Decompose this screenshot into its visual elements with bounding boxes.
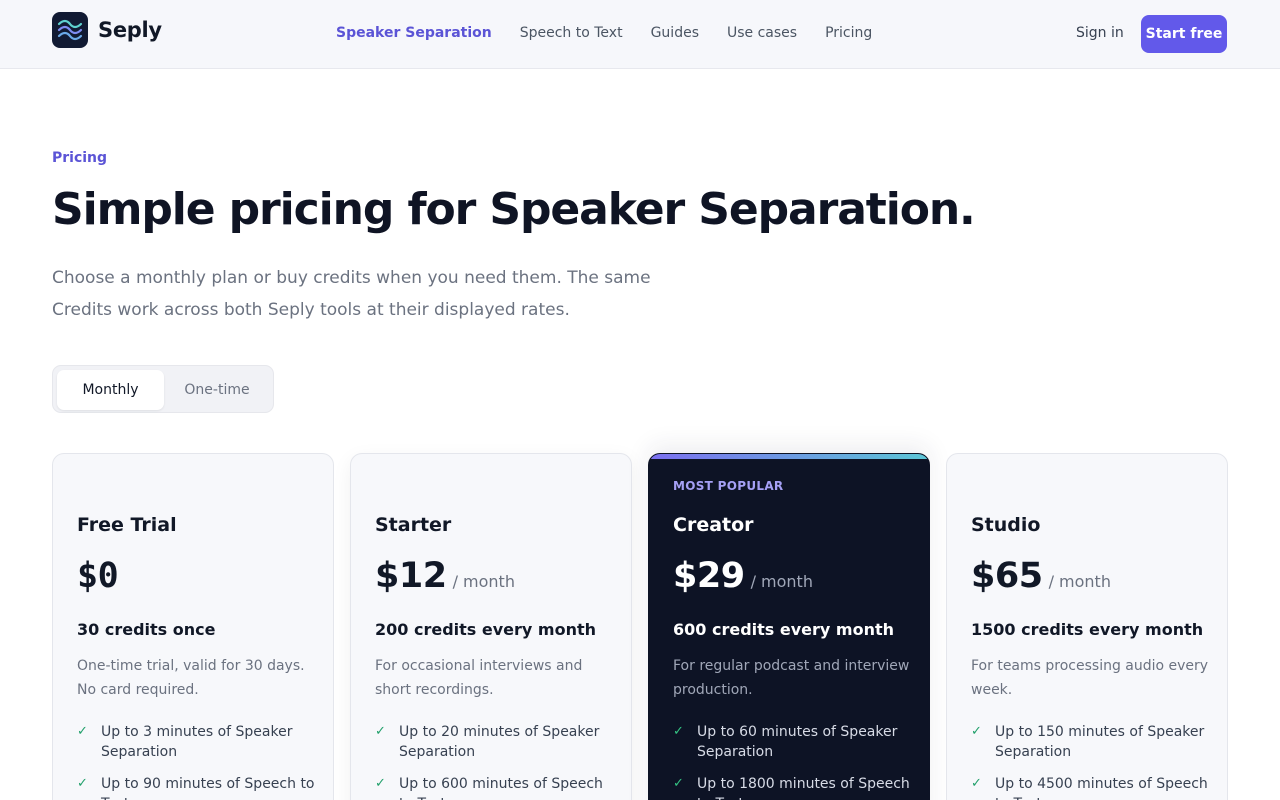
feature-text: Up to 1800 minutes of Speech to Text	[697, 776, 910, 800]
price-row: $0	[77, 556, 119, 596]
nav-link-speaker-separation[interactable]: Speaker Separation	[336, 25, 492, 41]
sound-waves-icon	[52, 12, 88, 48]
check-icon: ✓	[673, 776, 684, 791]
plan-price: $29	[673, 556, 745, 596]
featured-accent-bar	[649, 454, 929, 459]
plan-description: For occasional interviews and short reco…	[375, 658, 583, 698]
check-icon: ✓	[375, 724, 386, 739]
page-subtitle: Choose a monthly plan or buy credits whe…	[52, 268, 651, 320]
plan-description: For teams processing audio every week.	[971, 658, 1209, 698]
check-icon: ✓	[971, 776, 982, 791]
plan-description: One-time trial, valid for 30 days. No ca…	[77, 658, 305, 698]
feature-item: ✓ Up to 150 minutes of Speaker Separatio…	[971, 722, 1211, 762]
feature-text: Up to 600 minutes of Speech to Text	[399, 776, 603, 800]
feature-item: ✓ Up to 90 minutes of Speech to Text	[77, 774, 317, 800]
plan-card-studio: Studio $65 / month 1500 credits every mo…	[946, 453, 1228, 800]
top-navigation: Seply Speaker Separation Speech to Text …	[0, 0, 1280, 69]
plan-name: Studio	[971, 514, 1041, 536]
toggle-one-time[interactable]: One-time	[165, 370, 269, 410]
price-row: $65 / month	[971, 556, 1111, 596]
nav-link-guides[interactable]: Guides	[651, 25, 699, 41]
nav-link-speech-to-text[interactable]: Speech to Text	[520, 25, 623, 41]
plan-card-starter: Starter $12 / month 200 credits every mo…	[350, 453, 632, 800]
plan-price: $0	[77, 556, 119, 596]
feature-text: Up to 20 minutes of Speaker Separation	[399, 724, 600, 760]
feature-list: ✓ Up to 20 minutes of Speaker Separation…	[375, 722, 615, 800]
check-icon: ✓	[673, 724, 684, 739]
feature-list: ✓ Up to 60 minutes of Speaker Separation…	[673, 722, 913, 800]
feature-item: ✓ Up to 600 minutes of Speech to Text	[375, 774, 615, 800]
feature-item: ✓ Up to 4500 minutes of Speech to Text	[971, 774, 1211, 800]
plan-price: $65	[971, 556, 1043, 596]
feature-list: ✓ Up to 3 minutes of Speaker Separation …	[77, 722, 317, 800]
plan-credits: 1500 credits every month	[971, 620, 1204, 639]
section-eyebrow: Pricing	[52, 150, 108, 166]
plan-price: $12	[375, 556, 447, 596]
feature-text: Up to 3 minutes of Speaker Separation	[101, 724, 293, 760]
plan-period: / month	[1048, 572, 1111, 591]
feature-text: Up to 60 minutes of Speaker Separation	[697, 724, 898, 760]
toggle-monthly[interactable]: Monthly	[57, 370, 164, 410]
main-nav: Speaker Separation Speech to Text Guides…	[336, 25, 900, 41]
plan-credits: 30 credits once	[77, 620, 216, 639]
start-free-button[interactable]: Start free	[1141, 15, 1227, 53]
most-popular-badge: MOST POPULAR	[673, 479, 784, 493]
plan-name: Free Trial	[77, 514, 177, 536]
check-icon: ✓	[77, 776, 88, 791]
sign-in-link[interactable]: Sign in	[1076, 25, 1124, 41]
feature-item: ✓ Up to 20 minutes of Speaker Separation	[375, 722, 615, 762]
plan-period: / month	[750, 572, 813, 591]
feature-text: Up to 4500 minutes of Speech to Text	[995, 776, 1208, 800]
check-icon: ✓	[971, 724, 982, 739]
plan-card-free-trial: Free Trial $0 30 credits once One-time t…	[52, 453, 334, 800]
feature-list: ✓ Up to 150 minutes of Speaker Separatio…	[971, 722, 1211, 800]
plan-credits: 200 credits every month	[375, 620, 596, 639]
nav-link-use-cases[interactable]: Use cases	[727, 25, 797, 41]
plan-period: / month	[452, 572, 515, 591]
plan-name: Starter	[375, 514, 452, 536]
plan-credits: 600 credits every month	[673, 620, 894, 639]
feature-text: Up to 90 minutes of Speech to Text	[101, 776, 315, 800]
check-icon: ✓	[375, 776, 386, 791]
feature-item: ✓ Up to 1800 minutes of Speech to Text	[673, 774, 913, 800]
feature-item: ✓ Up to 3 minutes of Speaker Separation	[77, 722, 317, 762]
feature-item: ✓ Up to 60 minutes of Speaker Separation	[673, 722, 913, 762]
page-title: Simple pricing for Speaker Separation.	[52, 184, 976, 235]
feature-text: Up to 150 minutes of Speaker Separation	[995, 724, 1205, 760]
brand-name: Seply	[98, 18, 162, 42]
price-row: $12 / month	[375, 556, 515, 596]
price-row: $29 / month	[673, 556, 813, 596]
nav-link-pricing[interactable]: Pricing	[825, 25, 872, 41]
plan-name: Creator	[673, 514, 754, 536]
plan-card-creator: MOST POPULAR Creator $29 / month 600 cre…	[648, 453, 930, 800]
brand-logo[interactable]: Seply	[52, 12, 162, 48]
plan-description: For regular podcast and interview produc…	[673, 658, 910, 698]
check-icon: ✓	[77, 724, 88, 739]
billing-toggle: Monthly One-time	[52, 365, 274, 413]
